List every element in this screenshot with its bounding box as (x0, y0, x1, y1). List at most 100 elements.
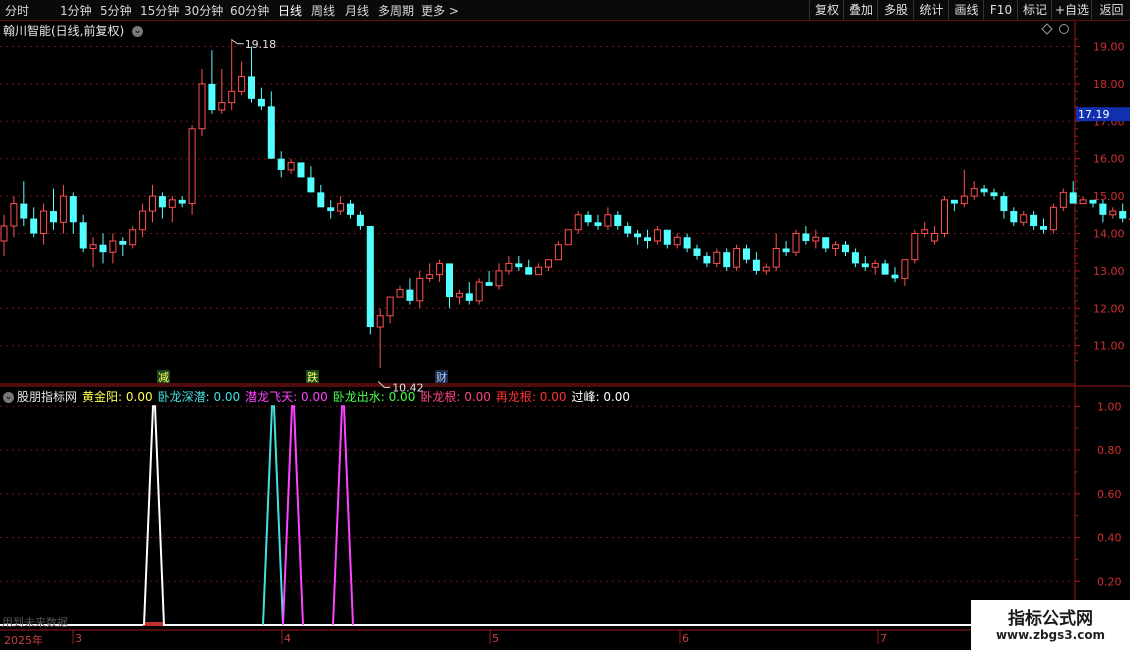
price-tick-label: 18.00 (1093, 78, 1125, 91)
candle-body-up (1020, 214, 1028, 223)
indicator-series-value: 0.00 (464, 390, 491, 404)
date-label: 4 (284, 632, 291, 645)
candle-body-down (50, 211, 57, 223)
candle-body-up (149, 195, 156, 212)
candle-body-down (525, 267, 533, 275)
candle-body-down (703, 255, 711, 264)
candle-body-down (20, 203, 28, 219)
candle-body-down (614, 214, 622, 227)
candle-body-up (89, 244, 97, 249)
candle-body-up (1059, 191, 1067, 208)
candle-body-down (683, 237, 691, 249)
candle-body-down (1099, 203, 1107, 215)
candle-body-down (178, 199, 186, 204)
candle-body-down (723, 252, 731, 268)
date-label: 6 (682, 632, 689, 645)
high-pointer (231, 39, 244, 45)
indicator-tick-label: 0.60 (1097, 488, 1122, 501)
candle-body-down (99, 244, 107, 253)
indicator-series-1: 卧龙深潜: 0.00 (157, 390, 241, 404)
indicator-chevron-icon[interactable]: ⌄ (3, 392, 14, 403)
candle-body-up (495, 270, 503, 287)
price-tick-label: 13.00 (1093, 265, 1125, 278)
candle-body-up (0, 225, 8, 242)
candle-body-up (1049, 206, 1057, 231)
current-price-label: 17.19 (1078, 108, 1110, 121)
candle-body-down (366, 226, 374, 327)
candle-body-down (861, 263, 869, 268)
candle-body-up (139, 210, 147, 231)
candle-body-down (248, 76, 255, 99)
candle-body-down (851, 252, 859, 264)
indicator-series-0: 黄金阳: 0.00 (82, 390, 153, 404)
candle-body-up (505, 262, 513, 272)
price-tick-label: 14.00 (1093, 228, 1125, 241)
indicator-tick-label: 0.80 (1097, 444, 1122, 457)
candle-body-up (762, 266, 770, 272)
kline-chart[interactable]: 19.0018.0017.0016.0015.0014.0013.0012.00… (0, 0, 1130, 650)
candle-body-up (574, 214, 582, 231)
price-tick-label: 16.00 (1093, 153, 1125, 166)
date-label: 2025年 (4, 634, 43, 647)
candle-body-down (485, 282, 493, 286)
candle-body-down (980, 188, 988, 193)
event-marker[interactable]: 跌 (307, 370, 318, 384)
candle-body-down (356, 214, 364, 227)
indicator-series-value: 0.00 (539, 390, 567, 404)
candle-body-up (653, 229, 661, 242)
candle-body-up (931, 233, 939, 242)
candle-body-up (812, 236, 820, 242)
candle-body-down (644, 237, 651, 241)
candle-body-down (743, 248, 750, 260)
event-marker[interactable]: 减 (158, 371, 169, 384)
candle-body-up (337, 203, 345, 212)
candle-body-down (990, 192, 998, 197)
candle-body-up (960, 195, 968, 205)
indicator-series-value: 0.00 (125, 390, 153, 404)
candle-body-down (1040, 226, 1047, 230)
indicator-series-5: 再龙根: 0.00 (495, 390, 567, 404)
indicator-series-value: 0.00 (301, 390, 328, 404)
candle-body-up (436, 262, 444, 276)
candle-body-up (901, 259, 909, 279)
candle-body-up (545, 259, 552, 268)
candle-body-down (406, 289, 414, 301)
price-tick-label: 15.00 (1093, 190, 1125, 203)
candle-body-down (663, 229, 671, 245)
candle-body-up (198, 83, 206, 130)
date-label: 3 (75, 632, 82, 645)
candle-body-down (881, 263, 889, 275)
date-label: 7 (880, 632, 887, 645)
high-price-label: 19.18 (245, 38, 277, 51)
candle-body-down (208, 83, 216, 111)
candle-body-down (297, 162, 305, 178)
candle-body-up (416, 277, 424, 302)
price-tick-label: 11.00 (1093, 340, 1125, 353)
candle-body-up (10, 203, 18, 227)
candle-body-up (792, 233, 800, 253)
candle-body-down (515, 263, 523, 268)
candle-body-down (257, 98, 265, 107)
circle-icon[interactable] (1059, 24, 1069, 34)
diamond-icon[interactable] (1041, 23, 1053, 35)
watermark-line1: 指标公式网 (1008, 609, 1093, 629)
indicator-tick-label: 0.40 (1097, 532, 1122, 545)
candle-body-down (822, 237, 830, 249)
candle-body-down (446, 263, 453, 298)
candle-body-up (455, 292, 463, 298)
indicator-spike (332, 405, 354, 626)
event-marker[interactable]: 财 (436, 370, 447, 384)
candle-body-down (842, 244, 849, 253)
candle-body-up (772, 247, 780, 268)
candle-body-down (802, 233, 810, 241)
candle-body-down (267, 106, 275, 159)
candle-body-down (891, 274, 899, 279)
candle-body-down (950, 199, 958, 204)
candle-body-down (1000, 196, 1008, 212)
candle-body-down (634, 233, 642, 238)
candle-body-down (752, 259, 760, 271)
candle-body-down (347, 203, 354, 215)
candle-body-up (59, 195, 67, 223)
baseline-marker (143, 622, 163, 626)
candle-body-up (713, 251, 721, 264)
